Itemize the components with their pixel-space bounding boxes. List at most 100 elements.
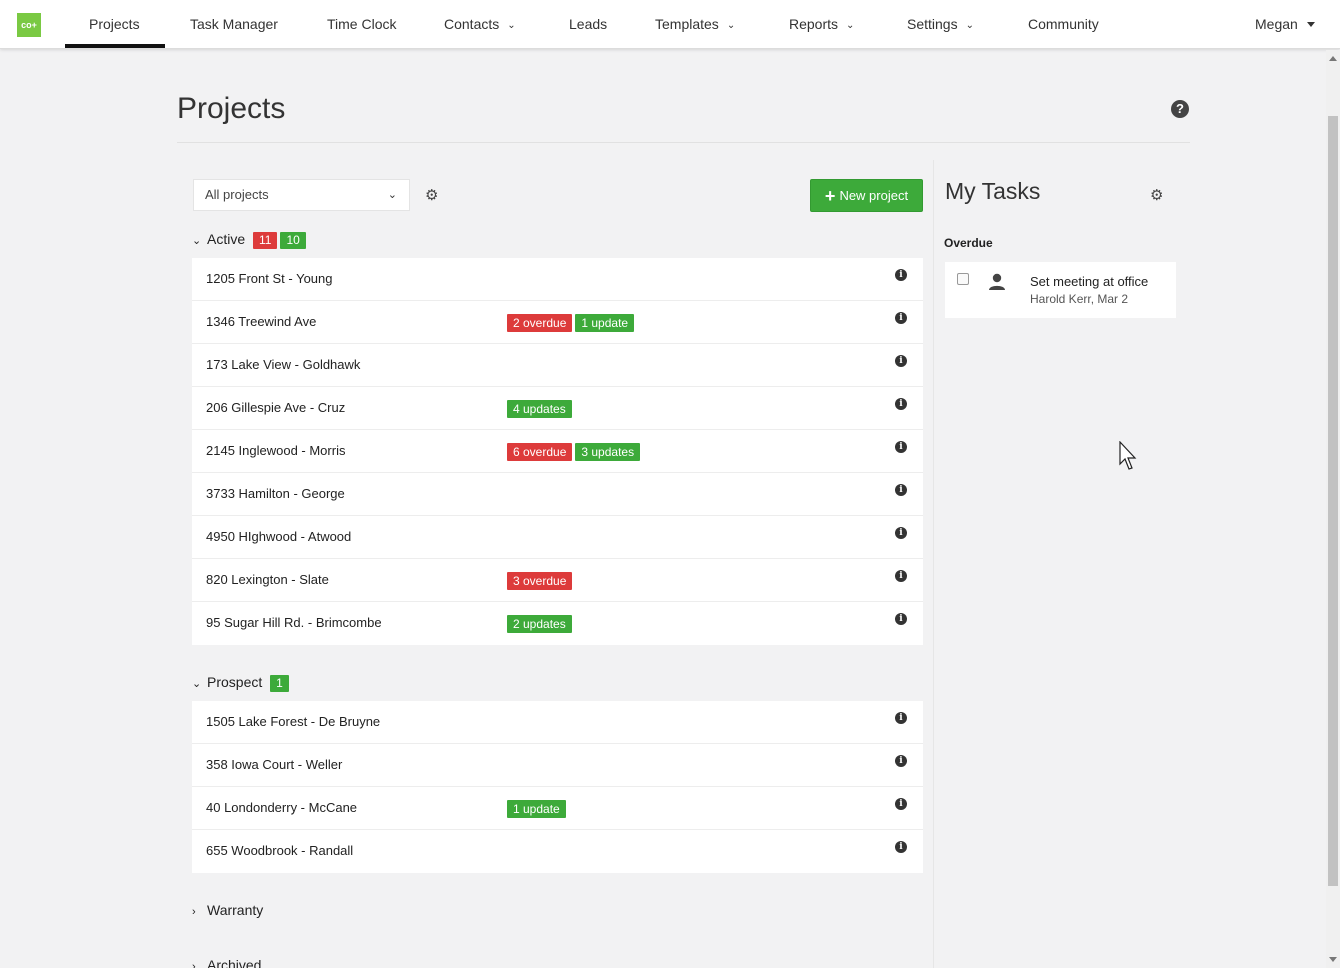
info-icon[interactable]: i xyxy=(895,355,907,367)
project-row[interactable]: 358 Iowa Court - Weller i xyxy=(192,744,923,787)
info-icon[interactable]: i xyxy=(895,570,907,582)
chevron-down-icon: ⌄ xyxy=(726,20,736,31)
nav-settings[interactable]: Settings ⌄ xyxy=(907,0,974,49)
nav-templates[interactable]: Templates ⌄ xyxy=(655,0,735,49)
chevron-down-icon: ⌄ xyxy=(192,235,202,247)
project-name[interactable]: 173 Lake View - Goldhawk xyxy=(206,357,360,372)
nav-leads[interactable]: Leads xyxy=(569,0,607,49)
update-badge[interactable]: 1 update xyxy=(575,314,635,332)
filter-selected-value: All projects xyxy=(205,187,269,202)
gear-icon[interactable]: ⚙ xyxy=(425,188,438,203)
project-name[interactable]: 655 Woodbrook - Randall xyxy=(206,843,353,858)
scroll-down-arrow-icon[interactable] xyxy=(1329,957,1337,962)
project-name[interactable]: 358 Iowa Court - Weller xyxy=(206,757,342,772)
project-name[interactable]: 1505 Lake Forest - De Bruyne xyxy=(206,714,380,729)
project-row[interactable]: 3733 Hamilton - George i xyxy=(192,473,923,516)
info-icon[interactable]: i xyxy=(895,613,907,625)
plus-icon: + xyxy=(824,186,836,206)
tasks-section-label: Overdue xyxy=(944,236,993,250)
nav-community[interactable]: Community xyxy=(1028,0,1099,49)
chevron-down-icon: ⌄ xyxy=(507,20,516,31)
project-name[interactable]: 1346 Treewind Ave xyxy=(206,314,316,329)
user-menu[interactable]: Megan xyxy=(1255,0,1315,49)
update-badge[interactable]: 4 updates xyxy=(507,400,572,418)
project-name[interactable]: 4950 HIghwood - Atwood xyxy=(206,529,351,544)
group-header-prospect[interactable]: ⌄ Prospect 1 xyxy=(192,673,289,692)
nav-reports-label: Reports xyxy=(789,16,839,32)
group-label: Archived xyxy=(207,957,262,968)
info-icon[interactable]: i xyxy=(895,527,907,539)
project-row[interactable]: 1346 Treewind Ave 2 overdue 1 update i xyxy=(192,301,923,344)
info-icon[interactable]: i xyxy=(895,484,907,496)
nav-reports[interactable]: Reports ⌄ xyxy=(789,0,854,49)
group-header-active[interactable]: ⌄ Active 11 10 xyxy=(192,230,306,249)
project-name[interactable]: 3733 Hamilton - George xyxy=(206,486,345,501)
overdue-badge[interactable]: 3 overdue xyxy=(507,572,573,590)
task-checkbox[interactable] xyxy=(957,273,969,285)
project-badges: 2 updates xyxy=(507,615,575,633)
task-title[interactable]: Set meeting at office xyxy=(1030,274,1148,289)
group-label: Warranty xyxy=(207,902,264,918)
project-name[interactable]: 206 Gillespie Ave - Cruz xyxy=(206,400,345,415)
update-count-badge: 1 xyxy=(270,675,289,692)
info-icon[interactable]: i xyxy=(895,798,907,810)
new-project-button[interactable]: + New project xyxy=(810,179,923,212)
project-filter-select[interactable]: All projects ⌄ xyxy=(193,179,410,211)
chevron-down-icon: ⌄ xyxy=(387,189,397,201)
project-row[interactable]: 1205 Front St - Young i xyxy=(192,258,923,301)
group-header-warranty[interactable]: › Warranty xyxy=(192,901,263,919)
project-row[interactable]: 4950 HIghwood - Atwood i xyxy=(192,516,923,559)
caret-down-icon xyxy=(1306,22,1315,27)
mouse-cursor-icon xyxy=(1119,441,1137,470)
project-badges: 2 overdue 1 update xyxy=(507,314,637,332)
scroll-up-arrow-icon[interactable] xyxy=(1329,56,1337,61)
chevron-down-icon: ⌄ xyxy=(965,20,974,31)
task-card[interactable]: Set meeting at office Harold Kerr, Mar 2 xyxy=(945,262,1176,318)
project-badges: 1 update xyxy=(507,800,569,818)
project-row[interactable]: 173 Lake View - Goldhawk i xyxy=(192,344,923,387)
user-name: Megan xyxy=(1255,16,1298,32)
project-name[interactable]: 1205 Front St - Young xyxy=(206,271,332,286)
help-icon[interactable]: ? xyxy=(1171,100,1189,118)
nav-leads-label: Leads xyxy=(569,16,608,32)
scrollbar-thumb[interactable] xyxy=(1328,116,1338,886)
project-row[interactable]: 40 Londonderry - McCane 1 update i xyxy=(192,787,923,830)
column-divider xyxy=(933,160,934,968)
project-row[interactable]: 95 Sugar Hill Rd. - Brimcombe 2 updates … xyxy=(192,602,923,645)
overdue-count-badge: 11 xyxy=(253,232,278,249)
info-icon[interactable]: i xyxy=(895,441,907,453)
app-logo[interactable]: co+ xyxy=(17,13,41,37)
project-row[interactable]: 1505 Lake Forest - De Bruyne i xyxy=(192,701,923,744)
project-row[interactable]: 2145 Inglewood - Morris 6 overdue 3 updat… xyxy=(192,430,923,473)
nav-time-clock-label: Time Clock xyxy=(327,16,397,32)
gear-icon[interactable]: ⚙ xyxy=(1150,188,1163,203)
info-icon[interactable]: i xyxy=(895,712,907,724)
page-title: Projects xyxy=(177,92,286,125)
update-badge[interactable]: 1 update xyxy=(507,800,566,818)
overdue-badge[interactable]: 6 overdue xyxy=(507,443,573,461)
nav-projects-label: Projects xyxy=(89,16,140,32)
info-icon[interactable]: i xyxy=(895,312,907,324)
group-header-archived[interactable]: › Archived xyxy=(192,956,261,968)
page-scrollbar[interactable] xyxy=(1326,50,1340,968)
nav-time-clock[interactable]: Time Clock xyxy=(327,0,397,49)
project-name[interactable]: 2145 Inglewood - Morris xyxy=(206,443,345,458)
project-badges: 6 overdue 3 updates xyxy=(507,443,643,461)
nav-contacts[interactable]: Contacts ⌄ xyxy=(444,0,516,49)
project-row[interactable]: 820 Lexington - Slate 3 overdue i xyxy=(192,559,923,602)
project-name[interactable]: 95 Sugar Hill Rd. - Brimcombe xyxy=(206,615,382,630)
nav-projects[interactable]: Projects xyxy=(89,0,140,49)
info-icon[interactable]: i xyxy=(895,398,907,410)
project-row[interactable]: 655 Woodbrook - Randall i xyxy=(192,830,923,873)
nav-task-manager[interactable]: Task Manager xyxy=(190,0,278,49)
project-name[interactable]: 820 Lexington - Slate xyxy=(206,572,329,587)
project-name[interactable]: 40 Londonderry - McCane xyxy=(206,800,357,815)
project-row[interactable]: 206 Gillespie Ave - Cruz 4 updates i xyxy=(192,387,923,430)
chevron-right-icon: › xyxy=(192,961,196,968)
info-icon[interactable]: i xyxy=(895,841,907,853)
info-icon[interactable]: i xyxy=(895,755,907,767)
update-badge[interactable]: 2 updates xyxy=(507,615,572,633)
info-icon[interactable]: i xyxy=(895,269,907,281)
update-badge[interactable]: 3 updates xyxy=(575,443,641,461)
overdue-badge[interactable]: 2 overdue xyxy=(507,314,573,332)
